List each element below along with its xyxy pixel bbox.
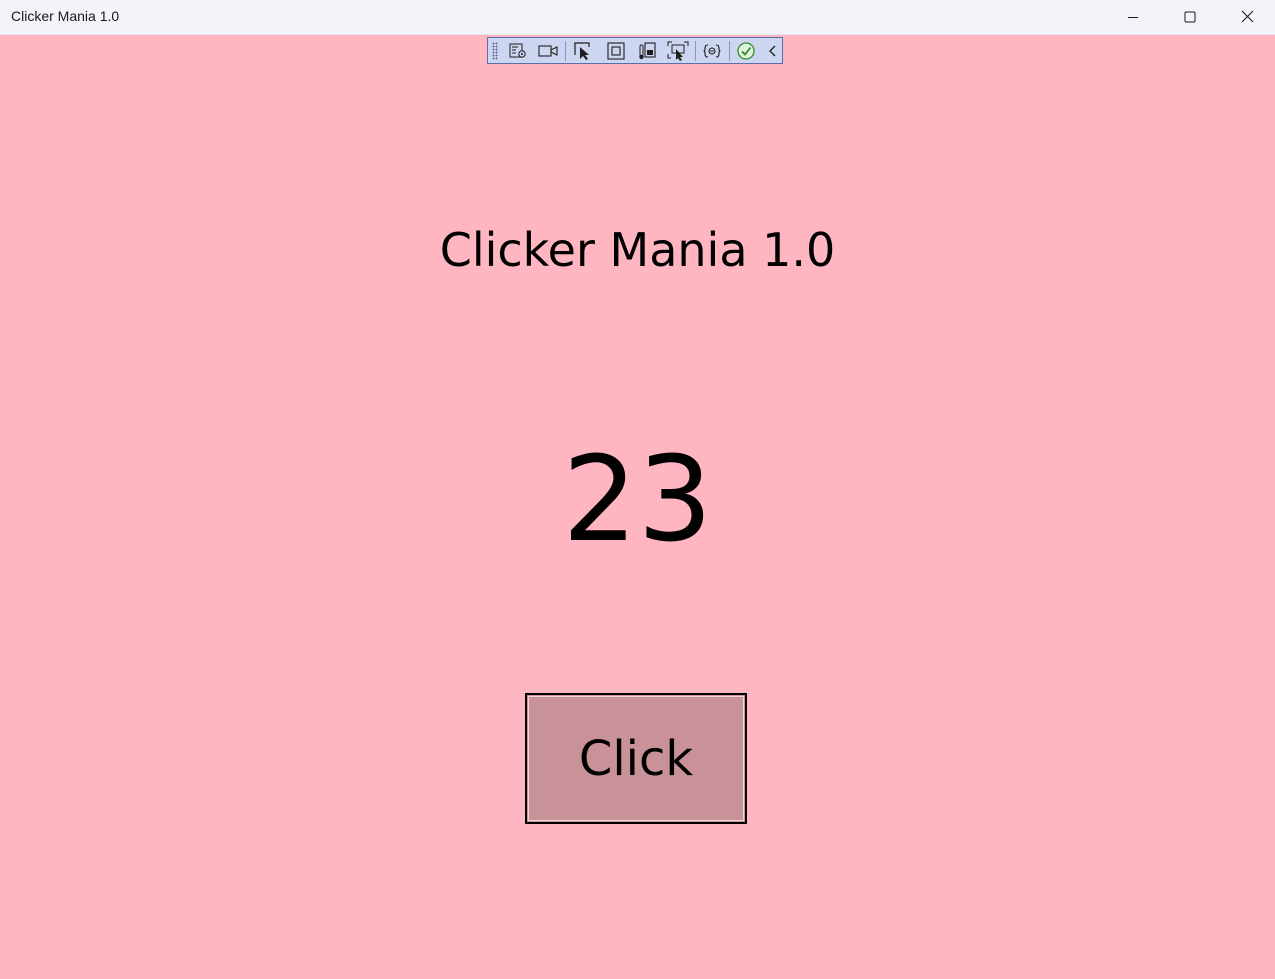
click-button[interactable]: Click (525, 693, 747, 824)
live-visual-tree-icon (509, 42, 527, 60)
click-counter: 23 (562, 430, 713, 568)
live-visual-tree-button[interactable] (507, 40, 529, 62)
accessibility-check-icon (737, 42, 755, 60)
minimize-icon (1127, 11, 1139, 23)
display-layout-adorners-button[interactable] (605, 40, 627, 62)
select-element-button[interactable] (572, 40, 594, 62)
window-title: Clicker Mania 1.0 (11, 8, 120, 24)
binding-failures-button[interactable] (701, 40, 723, 62)
close-button[interactable] (1219, 0, 1275, 33)
maximize-button[interactable] (1162, 0, 1218, 33)
click-button-label: Click (578, 730, 694, 787)
maximize-icon (1184, 11, 1196, 23)
binding-failures-icon (703, 43, 721, 59)
app-heading: Clicker Mania 1.0 (439, 223, 836, 277)
record-video-button[interactable] (537, 40, 559, 62)
record-video-icon (538, 43, 558, 59)
select-element-icon (573, 41, 593, 61)
toolbar-separator (565, 41, 566, 61)
xaml-debug-toolbar (487, 37, 783, 64)
display-layout-adorners-icon (607, 42, 625, 60)
track-focus-button[interactable] (636, 40, 658, 62)
track-focus-icon (637, 41, 657, 61)
preview-selection-button[interactable] (667, 40, 689, 62)
toolbar-grip[interactable] (492, 42, 498, 60)
app-window: Clicker Mania 1.0 Clicker Mania 1.0 23 C… (0, 0, 1275, 979)
minimize-button[interactable] (1105, 0, 1161, 33)
accessibility-check-button[interactable] (735, 40, 757, 62)
toolbar-separator (695, 41, 696, 61)
toolbar-separator (729, 41, 730, 61)
title-bar[interactable]: Clicker Mania 1.0 (0, 0, 1275, 35)
close-icon (1241, 10, 1254, 23)
collapse-toolbar-button[interactable] (762, 40, 784, 62)
preview-selection-icon (667, 41, 689, 61)
collapse-chevron-icon (767, 44, 779, 58)
